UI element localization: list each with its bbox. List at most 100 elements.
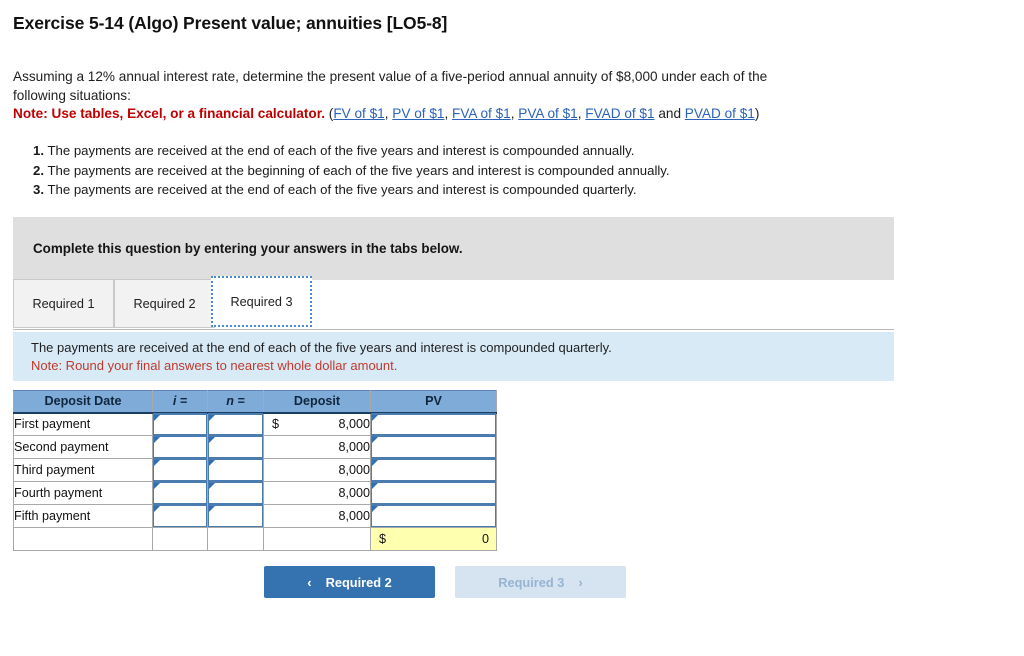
requirement-description: The payments are received at the end of … — [31, 340, 612, 355]
table-row: First payment $ 8,000 — [13, 412, 497, 436]
link-fv-of-1[interactable]: FV of $1 — [333, 106, 384, 121]
chevron-left-icon: ‹ — [307, 574, 312, 590]
list-item-text: The payments are received at the end of … — [47, 182, 637, 197]
input-pv-fifth-payment[interactable] — [370, 504, 497, 528]
tab-required-2[interactable]: Required 2 — [114, 279, 215, 328]
input-box[interactable] — [153, 458, 207, 481]
input-box[interactable] — [153, 481, 207, 504]
column-header-deposit: Deposit — [263, 390, 371, 414]
table-row: Fourth payment 8,000 — [13, 481, 497, 505]
tab-required-1[interactable]: Required 1 — [13, 279, 114, 328]
input-box[interactable] — [208, 458, 263, 481]
column-header-pv: PV — [370, 390, 497, 414]
requirement-note: Note: Round your final answers to neares… — [31, 358, 398, 373]
input-n-second-payment[interactable] — [207, 435, 264, 459]
input-i-first-payment[interactable] — [152, 412, 208, 436]
deposit-first-payment: $ 8,000 — [263, 412, 371, 436]
tab-label: Required 3 — [230, 294, 293, 309]
input-box[interactable] — [208, 412, 263, 435]
row-label-fourth-payment: Fourth payment — [13, 481, 153, 505]
input-box[interactable] — [371, 412, 496, 435]
previous-required-2-button[interactable]: ‹ Required 2 — [264, 566, 435, 598]
list-item: 1. The payments are received at the end … — [33, 141, 913, 161]
input-pv-fourth-payment[interactable] — [370, 481, 497, 505]
deposit-amount: 8,000 — [338, 417, 370, 432]
paren-close: ) — [754, 106, 760, 121]
problem-statement: Assuming a 12% annual interest rate, det… — [13, 68, 923, 124]
problem-line-2: following situations: — [13, 87, 131, 103]
total-row-spacer — [263, 527, 371, 551]
next-button-label: Required 3 — [498, 574, 565, 590]
row-label-second-payment: Second payment — [13, 435, 153, 459]
list-item-text: The payments are received at the beginni… — [47, 162, 670, 178]
input-box[interactable] — [371, 481, 496, 504]
input-box[interactable] — [371, 504, 496, 527]
link-fva-of-1[interactable]: FVA of $1 — [452, 106, 511, 121]
chevron-right-icon: › — [578, 574, 583, 590]
input-i-third-payment[interactable] — [152, 458, 208, 482]
link-pv-of-1[interactable]: PV of $1 — [392, 106, 444, 121]
link-fvad-of-1[interactable]: FVAD of $1 — [585, 106, 654, 121]
link-pvad-of-1[interactable]: PVAD of $1 — [685, 106, 755, 121]
deposit-third-payment: 8,000 — [263, 458, 371, 482]
requirement-info-panel: The payments are received at the end of … — [13, 332, 894, 381]
input-box[interactable] — [153, 504, 207, 527]
currency-symbol: $ — [272, 417, 280, 432]
instruction-banner-text: Complete this question by entering your … — [33, 241, 463, 256]
list-item-number: 3. — [33, 182, 44, 197]
deposit-fourth-payment: 8,000 — [263, 481, 371, 505]
tab-bar: Required 1 Required 2 Required 3 — [13, 276, 894, 331]
total-row-spacer — [13, 527, 153, 551]
input-pv-third-payment[interactable] — [370, 458, 497, 482]
situations-list: 1. The payments are received at the end … — [33, 141, 913, 200]
input-i-second-payment[interactable] — [152, 435, 208, 459]
navigation-buttons: ‹ Required 2 Required 3 › — [264, 566, 626, 598]
input-i-fourth-payment[interactable] — [152, 481, 208, 505]
list-item: 3. The payments are received at the end … — [33, 180, 913, 200]
sep-and: and — [654, 106, 685, 121]
currency-symbol: $ — [379, 532, 387, 546]
deposit-amount: 8,000 — [338, 486, 370, 500]
list-item-number: 1. — [33, 143, 44, 158]
input-box[interactable] — [371, 435, 496, 458]
next-required-3-button[interactable]: Required 3 › — [455, 566, 626, 598]
tab-required-3[interactable]: Required 3 — [211, 276, 312, 327]
input-n-fifth-payment[interactable] — [207, 504, 264, 528]
column-header-i: i = — [152, 390, 208, 414]
table-total-row: $ 0 — [13, 527, 497, 551]
input-box[interactable] — [371, 458, 496, 481]
table-row: Fifth payment 8,000 — [13, 504, 497, 528]
deposit-amount: 8,000 — [338, 509, 370, 523]
link-pva-of-1[interactable]: PVA of $1 — [518, 106, 577, 121]
problem-note-line: Note: Use tables, Excel, or a financial … — [13, 105, 923, 124]
input-box[interactable] — [208, 504, 263, 527]
page-title: Exercise 5-14 (Algo) Present value; annu… — [13, 13, 448, 33]
row-label-fifth-payment: Fifth payment — [13, 504, 153, 528]
tab-bar-divider — [13, 329, 894, 330]
table-row: Third payment 8,000 — [13, 458, 497, 482]
list-item-text: The payments are received at the end of … — [47, 143, 635, 158]
input-i-fifth-payment[interactable] — [152, 504, 208, 528]
input-n-third-payment[interactable] — [207, 458, 264, 482]
input-box[interactable] — [153, 412, 207, 435]
input-pv-second-payment[interactable] — [370, 435, 497, 459]
row-label-first-payment: First payment — [13, 412, 153, 436]
total-row-spacer — [207, 527, 264, 551]
input-n-fourth-payment[interactable] — [207, 481, 264, 505]
row-label-third-payment: Third payment — [13, 458, 153, 482]
answer-worksheet-table: Deposit Date i = n = Deposit PV First pa… — [13, 390, 497, 551]
deposit-fifth-payment: 8,000 — [263, 504, 371, 528]
problem-line-1: Assuming a 12% annual interest rate, det… — [13, 69, 768, 84]
tab-label: Required 1 — [32, 296, 95, 311]
list-item: 2. The payments are received at the begi… — [33, 161, 913, 181]
total-row-spacer — [152, 527, 208, 551]
input-box[interactable] — [208, 435, 263, 458]
tab-label: Required 2 — [133, 296, 196, 311]
input-pv-first-payment[interactable] — [370, 412, 497, 436]
list-item-number: 2. — [33, 162, 44, 178]
input-box[interactable] — [153, 435, 207, 458]
input-box[interactable] — [208, 481, 263, 504]
input-n-first-payment[interactable] — [207, 412, 264, 436]
deposit-amount: 8,000 — [338, 440, 370, 454]
table-row: Second payment 8,000 — [13, 435, 497, 459]
